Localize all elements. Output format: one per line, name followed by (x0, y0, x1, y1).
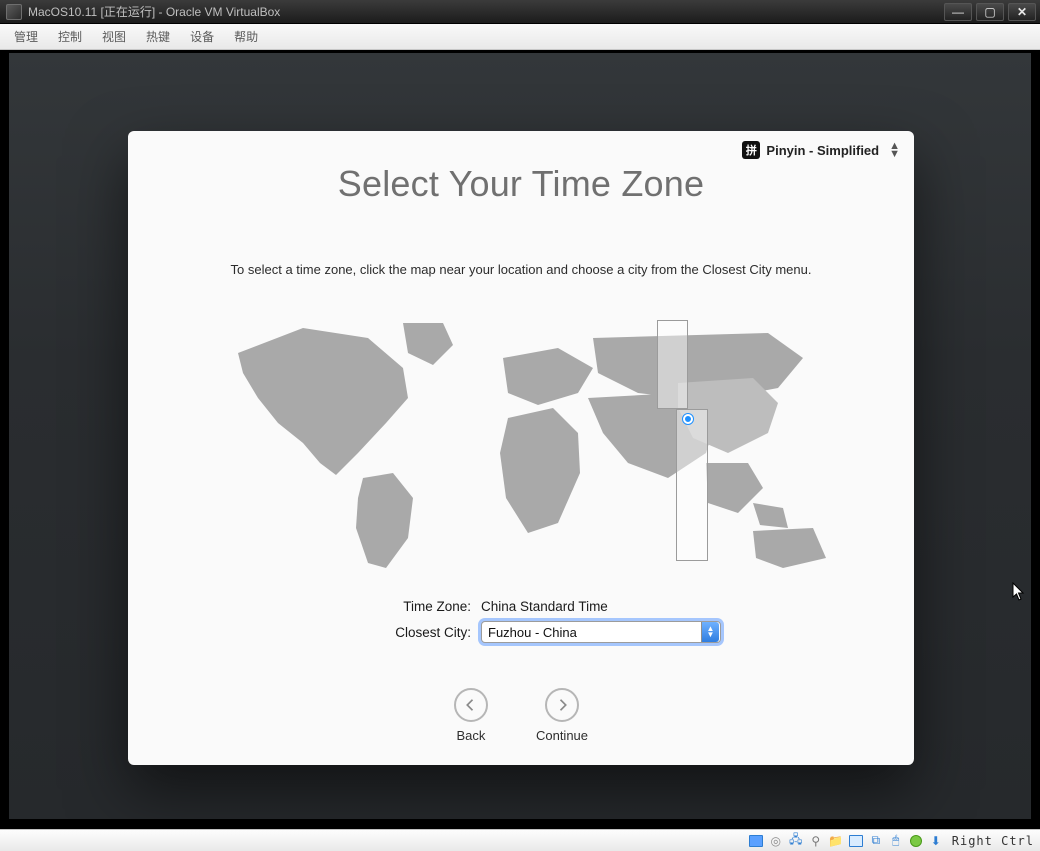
page-instruction: To select a time zone, click the map nea… (128, 262, 914, 277)
timezone-row: Time Zone: China Standard Time (128, 599, 914, 614)
hostkey-indicator-icon[interactable]: ⬇ (928, 833, 944, 849)
guest-display[interactable]: 拼 Pinyin - Simplified ▲▼ Select Your Tim… (8, 52, 1032, 820)
timezone-label: Time Zone: (321, 599, 471, 614)
hdd-icon[interactable] (748, 833, 764, 849)
closest-city-row: Closest City: Fuzhou - China ▲▼ (128, 621, 914, 643)
timezone-value: China Standard Time (481, 599, 721, 614)
updown-icon: ▲▼ (889, 142, 900, 158)
closest-city-label: Closest City: (321, 625, 471, 640)
network-icon[interactable]: 🖧 (788, 833, 804, 849)
host-key-label: Right Ctrl (952, 834, 1034, 848)
input-source-label: Pinyin - Simplified (766, 143, 879, 158)
input-source-selector[interactable]: 拼 Pinyin - Simplified ▲▼ (738, 139, 904, 161)
minimize-button[interactable]: — (944, 3, 972, 21)
menu-control[interactable]: 控制 (58, 28, 82, 45)
close-button[interactable]: ✕ (1008, 3, 1036, 21)
display-icon[interactable] (848, 833, 864, 849)
window-title: MacOS10.11 [正在运行] - Oracle VM VirtualBox (28, 3, 280, 20)
page-title: Select Your Time Zone (128, 163, 914, 205)
closest-city-value: Fuzhou - China (488, 625, 701, 640)
arrow-left-icon (454, 688, 488, 722)
recording-icon[interactable]: ⧉ (868, 833, 884, 849)
virtualbox-icon (6, 4, 22, 20)
maximize-button[interactable]: ▢ (976, 3, 1004, 21)
menu-view[interactable]: 视图 (102, 28, 126, 45)
menu-help[interactable]: 帮助 (234, 28, 258, 45)
mouse-cursor-icon (1012, 582, 1026, 602)
closest-city-select[interactable]: Fuzhou - China ▲▼ (481, 621, 721, 643)
arrow-right-icon (545, 688, 579, 722)
status-bar: ◎ 🖧 ⚲ 📁 ⧉ 🖱 ⬇ Right Ctrl (0, 829, 1040, 851)
continue-button[interactable]: Continue (536, 688, 588, 743)
host-titlebar[interactable]: MacOS10.11 [正在运行] - Oracle VM VirtualBox… (0, 0, 1040, 24)
menu-hotkeys[interactable]: 热键 (146, 28, 170, 45)
setup-assistant-panel: 拼 Pinyin - Simplified ▲▼ Select Your Tim… (128, 131, 914, 765)
menu-devices[interactable]: 设备 (190, 28, 214, 45)
chevron-updown-icon: ▲▼ (701, 622, 719, 642)
location-marker[interactable] (683, 414, 693, 424)
guest-additions-icon[interactable] (908, 833, 924, 849)
usb-icon[interactable]: ⚲ (808, 833, 824, 849)
back-button[interactable]: Back (454, 688, 488, 743)
back-label: Back (457, 728, 486, 743)
mouse-integration-icon[interactable]: 🖱 (888, 833, 904, 849)
continue-label: Continue (536, 728, 588, 743)
pinyin-icon: 拼 (742, 141, 760, 159)
nav-buttons: Back Continue (128, 688, 914, 743)
optical-icon[interactable]: ◎ (768, 833, 784, 849)
menu-bar: 管理 控制 视图 热键 设备 帮助 (0, 24, 1040, 50)
host-window: MacOS10.11 [正在运行] - Oracle VM VirtualBox… (0, 0, 1040, 851)
world-map[interactable] (208, 313, 834, 571)
shared-folders-icon[interactable]: 📁 (828, 833, 844, 849)
menu-manage[interactable]: 管理 (14, 28, 38, 45)
